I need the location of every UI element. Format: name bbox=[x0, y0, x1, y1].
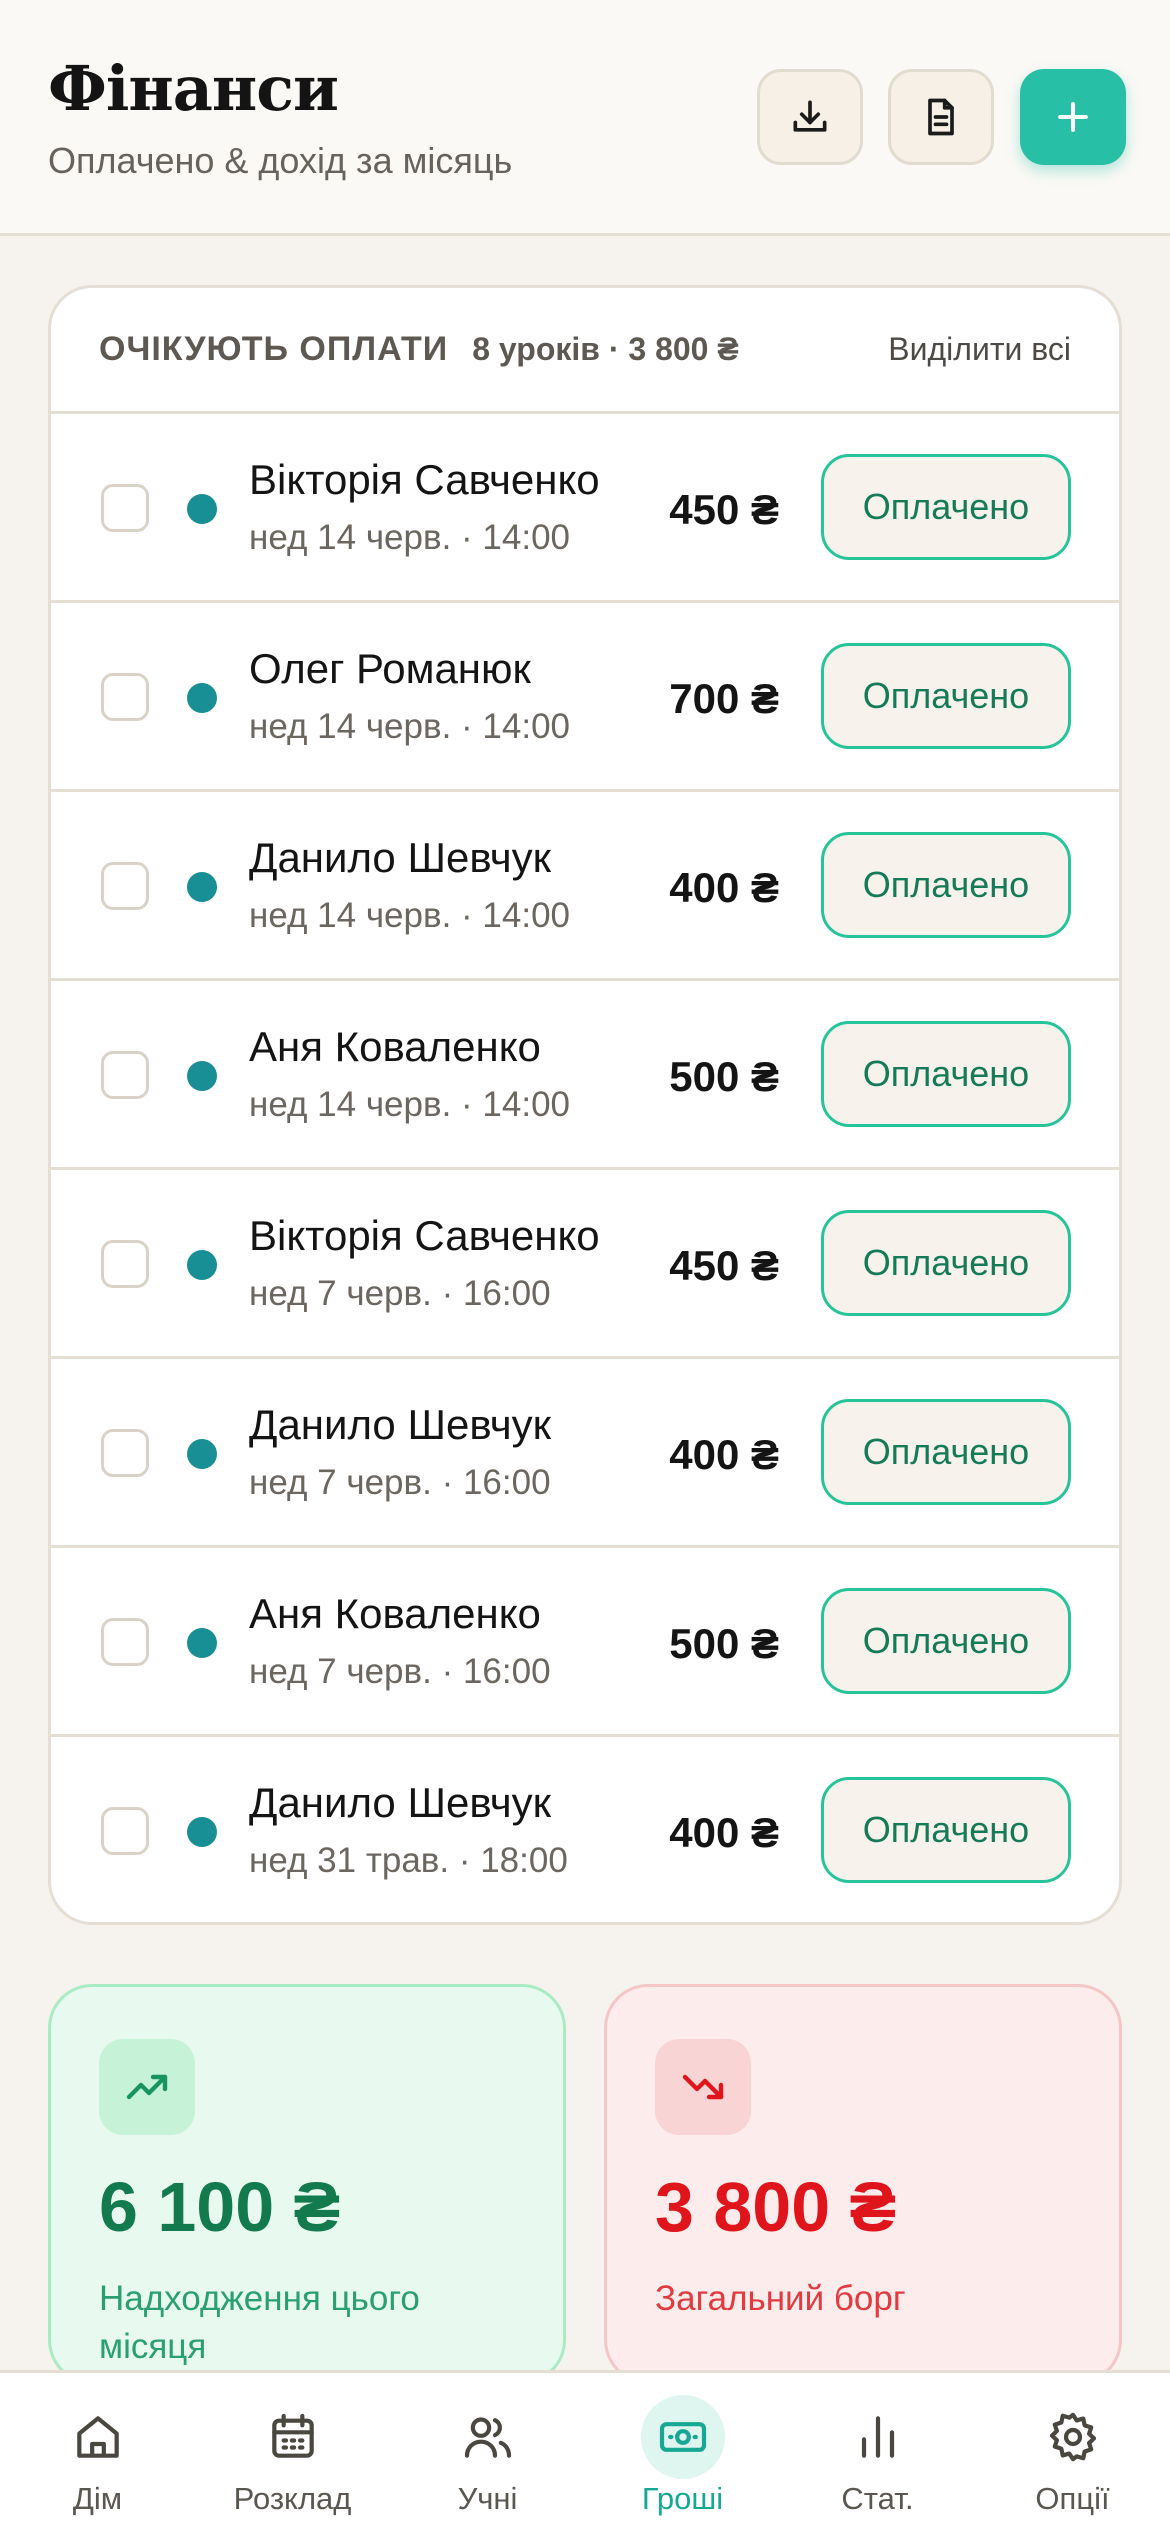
row-checkbox[interactable] bbox=[101, 1618, 149, 1666]
nav-schedule[interactable]: Розклад bbox=[195, 2373, 390, 2532]
nav-label: Дім bbox=[72, 2481, 123, 2516]
nav-home[interactable]: Дім bbox=[0, 2373, 195, 2532]
lesson-amount: 700 ₴ bbox=[669, 675, 779, 722]
payment-row: Аня Коваленко нед 7 черв. · 16:00 500 ₴ Опл… bbox=[51, 1548, 1119, 1737]
payment-row: Вікторія Савченко нед 14 черв. · 14:00 450… bbox=[51, 414, 1119, 603]
row-checkbox[interactable] bbox=[101, 1051, 149, 1099]
gear-icon bbox=[1031, 2395, 1115, 2479]
row-checkbox[interactable] bbox=[101, 673, 149, 721]
debt-label: Загальний борг bbox=[655, 2279, 906, 2318]
document-icon bbox=[928, 98, 954, 136]
payment-row: Вікторія Савченко нед 7 черв. · 16:00 450 … bbox=[51, 1170, 1119, 1359]
mark-paid-button[interactable]: Оплачено bbox=[821, 832, 1071, 938]
pending-list: Вікторія Савченко нед 14 черв. · 14:00 450… bbox=[51, 414, 1119, 1922]
nav-label: Стат. bbox=[841, 2481, 914, 2516]
payment-row: Данило Шевчук нед 31 трав. · 18:00 400 ₴ Оп… bbox=[51, 1737, 1119, 1922]
student-name: Данило Шевчук bbox=[249, 834, 551, 881]
status-dot bbox=[187, 1628, 217, 1658]
lesson-amount: 500 ₴ bbox=[669, 1620, 779, 1667]
lesson-datetime: нед 7 черв. · 16:00 bbox=[249, 1463, 551, 1502]
mark-paid-button[interactable]: Оплачено bbox=[821, 1399, 1071, 1505]
pending-header: ОЧІКУЮТЬ ОПЛАТИ 8 уроків · 3 800 ₴ Виділ… bbox=[51, 288, 1119, 414]
nav-label: Опції bbox=[1035, 2481, 1110, 2516]
row-checkbox[interactable] bbox=[101, 1240, 149, 1288]
mark-paid-button[interactable]: Оплачено bbox=[821, 1210, 1071, 1316]
student-name: Вікторія Савченко bbox=[249, 1212, 600, 1259]
row-checkbox[interactable] bbox=[101, 1429, 149, 1477]
lesson-datetime: нед 14 черв. · 14:00 bbox=[249, 896, 570, 935]
mark-paid-button[interactable]: Оплачено bbox=[821, 1777, 1071, 1883]
lesson-amount: 450 ₴ bbox=[669, 1242, 779, 1289]
users-icon bbox=[446, 2395, 530, 2479]
status-dot bbox=[187, 1250, 217, 1280]
nav-stats[interactable]: Стат. bbox=[780, 2373, 975, 2532]
student-name: Аня Коваленко bbox=[249, 1590, 541, 1637]
lesson-amount: 400 ₴ bbox=[669, 1431, 779, 1478]
trending-down-icon bbox=[655, 2039, 751, 2135]
lesson-datetime: нед 14 черв. · 14:00 bbox=[249, 707, 570, 746]
student-name: Аня Коваленко bbox=[249, 1023, 541, 1070]
lesson-amount: 450 ₴ bbox=[669, 486, 779, 533]
income-value: 6 100 ₴ bbox=[99, 2168, 341, 2246]
page-subtitle: Оплачено & дохід за місяць bbox=[48, 140, 513, 181]
download-icon bbox=[793, 100, 827, 132]
debt-value: 3 800 ₴ bbox=[655, 2168, 897, 2246]
header: Фінанси Оплачено & дохід за місяць bbox=[0, 0, 1170, 236]
page-title: Фінанси bbox=[48, 52, 339, 125]
pending-title: ОЧІКУЮТЬ ОПЛАТИ bbox=[99, 330, 449, 368]
lesson-datetime: нед 14 черв. · 14:00 bbox=[249, 518, 570, 557]
download-button[interactable] bbox=[757, 69, 863, 165]
money-icon bbox=[640, 2395, 725, 2479]
status-dot bbox=[187, 1817, 217, 1847]
payment-row: Аня Коваленко нед 14 черв. · 14:00 500 ₴ Оп… bbox=[51, 981, 1119, 1170]
bar-chart-icon bbox=[836, 2395, 920, 2479]
payment-row: Данило Шевчук нед 7 черв. · 16:00 400 ₴ Опл… bbox=[51, 1359, 1119, 1548]
pending-payments-card: ОЧІКУЮТЬ ОПЛАТИ 8 уроків · 3 800 ₴ Виділ… bbox=[48, 285, 1122, 1925]
status-dot bbox=[187, 1439, 217, 1469]
student-name: Олег Романюк bbox=[249, 645, 531, 692]
status-dot bbox=[187, 1061, 217, 1091]
trending-up-icon bbox=[99, 2039, 195, 2135]
lesson-amount: 400 ₴ bbox=[669, 864, 779, 911]
lesson-datetime: нед 7 черв. · 16:00 bbox=[249, 1274, 551, 1313]
calendar-icon bbox=[251, 2395, 335, 2479]
status-dot bbox=[187, 683, 217, 713]
row-checkbox[interactable] bbox=[101, 1807, 149, 1855]
student-name: Данило Шевчук bbox=[249, 1779, 551, 1826]
student-name: Данило Шевчук bbox=[249, 1401, 551, 1448]
home-icon bbox=[56, 2395, 140, 2479]
add-button[interactable] bbox=[1020, 69, 1126, 165]
pending-summary: 8 уроків · 3 800 ₴ bbox=[472, 331, 739, 367]
nav-options[interactable]: Опції bbox=[975, 2373, 1170, 2532]
mark-paid-button[interactable]: Оплачено bbox=[821, 454, 1071, 560]
income-card: 6 100 ₴ Надходження цього місяця bbox=[48, 1984, 566, 2384]
nav-label: Учні bbox=[457, 2481, 518, 2516]
select-all-link[interactable]: Виділити всі bbox=[888, 331, 1071, 368]
mark-paid-button[interactable]: Оплачено bbox=[821, 1021, 1071, 1127]
payment-row: Данило Шевчук нед 14 черв. · 14:00 400 ₴ Оп… bbox=[51, 792, 1119, 981]
mark-paid-button[interactable]: Оплачено bbox=[821, 643, 1071, 749]
nav-students[interactable]: Учні bbox=[390, 2373, 585, 2532]
lesson-amount: 400 ₴ bbox=[669, 1809, 779, 1856]
report-button[interactable] bbox=[888, 69, 994, 165]
nav-label: Гроші bbox=[641, 2481, 724, 2516]
nav-label: Розклад bbox=[233, 2481, 352, 2516]
lesson-datetime: нед 14 черв. · 14:00 bbox=[249, 1085, 570, 1124]
status-dot bbox=[187, 872, 217, 902]
lesson-datetime: нед 31 трав. · 18:00 bbox=[249, 1841, 568, 1880]
nav-money[interactable]: Гроші bbox=[585, 2373, 780, 2532]
row-checkbox[interactable] bbox=[101, 484, 149, 532]
lesson-amount: 500 ₴ bbox=[669, 1053, 779, 1100]
row-checkbox[interactable] bbox=[101, 862, 149, 910]
payment-row: Олег Романюк нед 14 черв. · 14:00 700 ₴ Опл… bbox=[51, 603, 1119, 792]
lesson-datetime: нед 7 черв. · 16:00 bbox=[249, 1652, 551, 1691]
status-dot bbox=[187, 494, 217, 524]
income-label: Надходження цього місяця bbox=[99, 2279, 420, 2366]
debt-card: 3 800 ₴ Загальний борг bbox=[604, 1984, 1122, 2384]
bottom-nav: Дім Розклад Учні Гроші Стат. Опції bbox=[0, 2370, 1170, 2532]
mark-paid-button[interactable]: Оплачено bbox=[821, 1588, 1071, 1694]
student-name: Вікторія Савченко bbox=[249, 456, 600, 503]
plus-icon bbox=[1058, 102, 1088, 132]
